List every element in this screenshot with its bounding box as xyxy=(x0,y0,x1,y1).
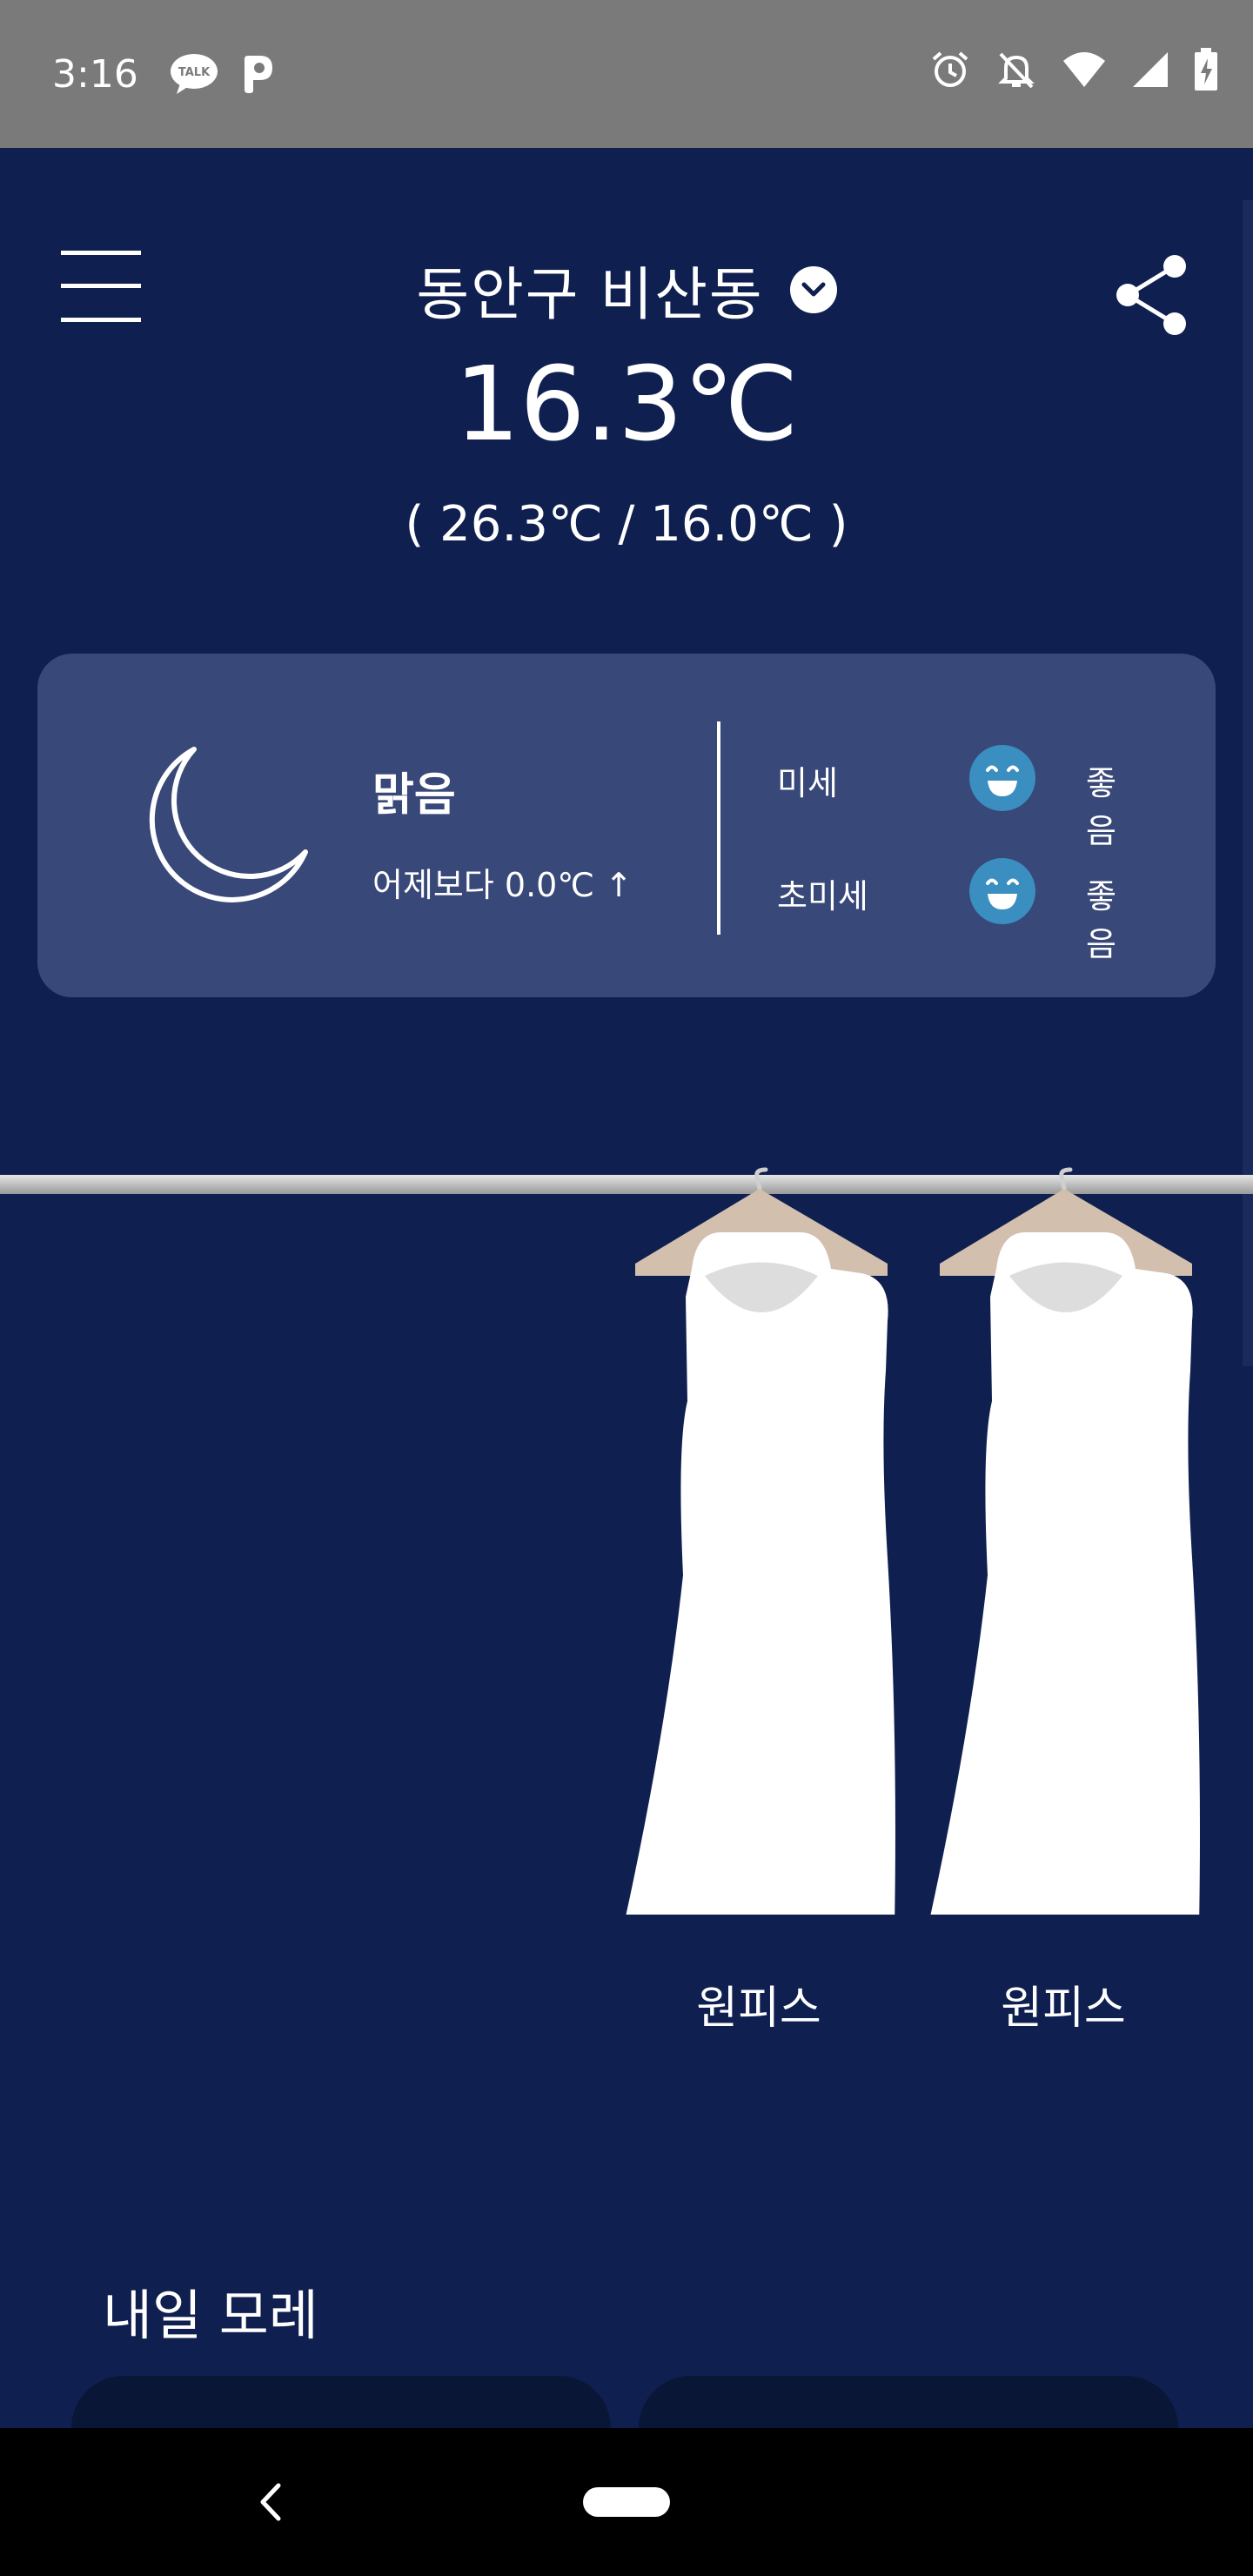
location-selector[interactable]: 동안구 비산동 xyxy=(0,248,1253,332)
min-max-temperature: ( 26.3℃ / 16.0℃ ) xyxy=(405,496,848,553)
moon-icon xyxy=(149,747,308,902)
forecast-card-tomorrow[interactable] xyxy=(71,2376,611,2428)
kakaotalk-icon: TALK xyxy=(170,54,218,94)
signal-icon xyxy=(1133,52,1168,87)
current-temperature: 16.3℃ xyxy=(454,344,799,464)
smile-face-icon xyxy=(969,745,1035,811)
dust-status: 좋음 xyxy=(1086,877,1116,963)
status-right-icons xyxy=(929,48,1218,91)
garment-label: 원피스 xyxy=(1001,1982,1126,2035)
app-content: 동안구 비산동 16.3℃ ( 26.3℃ / 16.0℃ ) 맑음 어제보다 … xyxy=(0,148,1253,2428)
dust-label: 미세 xyxy=(777,764,838,802)
weather-condition: 맑음 xyxy=(372,769,456,822)
location-name: 동안구 비산동 xyxy=(416,261,764,328)
status-left-icons: TALK xyxy=(170,52,276,96)
home-button[interactable] xyxy=(583,2487,670,2517)
back-icon[interactable] xyxy=(254,2480,289,2524)
card-divider xyxy=(717,721,720,935)
dress-icon[interactable] xyxy=(600,1166,914,1915)
battery-charging-icon xyxy=(1195,48,1217,91)
chevron-down-icon[interactable] xyxy=(789,266,837,313)
dust-label: 초미세 xyxy=(777,877,868,916)
wifi-icon xyxy=(1063,52,1105,87)
yesterday-comparison: 어제보다 0.0℃ ↑ xyxy=(372,866,633,904)
mute-icon xyxy=(998,52,1035,89)
parking-icon xyxy=(244,56,272,93)
ultrafine-dust-row: 초미세 좋음 xyxy=(777,855,1142,963)
navigation-bar xyxy=(0,2428,1253,2576)
svg-text:TALK: TALK xyxy=(178,66,211,79)
forecast-card-day-after[interactable] xyxy=(639,2376,1178,2428)
smile-face-icon xyxy=(969,858,1035,924)
garment-label: 원피스 xyxy=(696,1982,821,2035)
dust-status: 좋음 xyxy=(1086,764,1116,850)
status-time: 3:16 xyxy=(52,51,138,97)
share-icon[interactable] xyxy=(1112,252,1192,338)
weather-summary-card: 맑음 어제보다 0.0℃ ↑ 미세 좋음 초미세 좋음 xyxy=(37,654,1216,997)
alarm-icon xyxy=(932,51,968,87)
fine-dust-row: 미세 좋음 xyxy=(777,742,1142,850)
dress-icon[interactable] xyxy=(905,1166,1218,1915)
forecast-section-title: 내일 모레 xyxy=(103,2284,318,2347)
status-bar: 3:16 TALK xyxy=(0,0,1253,148)
